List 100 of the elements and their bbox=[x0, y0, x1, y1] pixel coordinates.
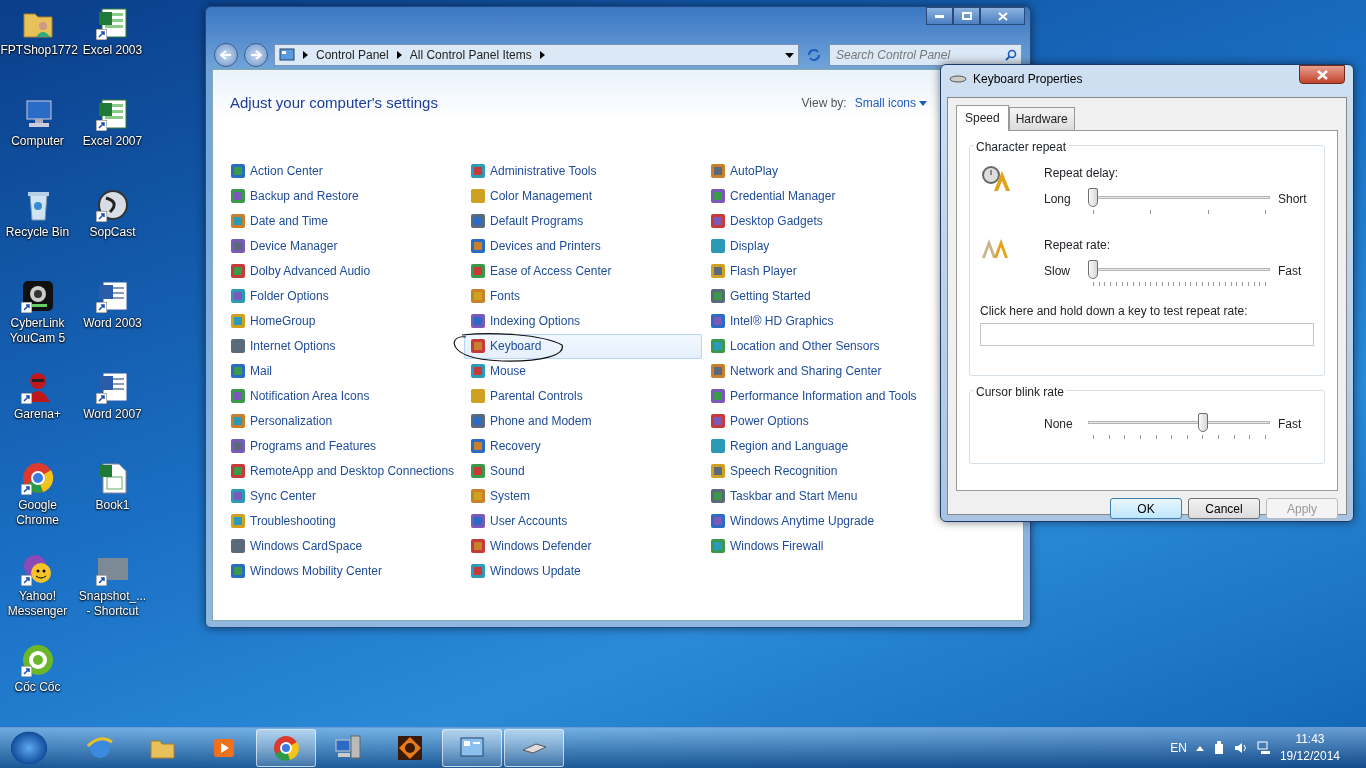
slider-track[interactable] bbox=[1088, 188, 1270, 216]
settings-item[interactable]: Backup and Restore bbox=[224, 183, 462, 209]
tab[interactable]: Speed bbox=[956, 105, 1009, 131]
breadcrumb-link[interactable]: Control Panel bbox=[316, 46, 389, 64]
taskbar-button[interactable] bbox=[442, 729, 502, 767]
minimize-button[interactable] bbox=[926, 7, 953, 25]
settings-item[interactable]: Performance Information and Tools bbox=[704, 383, 942, 409]
desktop-icon-label[interactable]: Word 2003 bbox=[75, 316, 150, 331]
chrome-icon[interactable] bbox=[20, 461, 55, 495]
slider-track[interactable] bbox=[1088, 413, 1270, 441]
settings-item[interactable]: Date and Time bbox=[224, 208, 462, 234]
slider-thumb[interactable] bbox=[1088, 260, 1098, 279]
settings-item[interactable]: System bbox=[464, 483, 702, 509]
dialog-button[interactable]: Cancel bbox=[1188, 498, 1260, 519]
settings-item[interactable]: Device Manager bbox=[224, 233, 462, 259]
settings-item[interactable]: Intel® HD Graphics bbox=[704, 308, 942, 334]
settings-item[interactable]: Windows Update bbox=[464, 558, 702, 584]
chevron-up-icon[interactable] bbox=[1195, 745, 1204, 751]
desktop-icon-label[interactable]: Garena+ bbox=[0, 407, 75, 422]
speaker-icon[interactable] bbox=[1233, 742, 1248, 754]
settings-item[interactable]: Getting Started bbox=[704, 283, 942, 309]
settings-item[interactable]: Internet Options bbox=[224, 333, 462, 359]
settings-item[interactable]: Programs and Features bbox=[224, 433, 462, 459]
dropdown-caret-icon[interactable] bbox=[785, 52, 794, 58]
address-bar[interactable]: Control Panel All Control Panel Items bbox=[274, 44, 799, 66]
slider-thumb[interactable] bbox=[1198, 413, 1209, 432]
settings-item[interactable]: Sync Center bbox=[224, 483, 462, 509]
settings-item[interactable]: Administrative Tools bbox=[464, 158, 702, 184]
settings-item[interactable]: Devices and Printers bbox=[464, 233, 702, 259]
settings-item[interactable]: Mail bbox=[224, 358, 462, 384]
settings-item[interactable]: Region and Language bbox=[704, 433, 942, 459]
clock[interactable]: 11:43 19/12/2014 bbox=[1279, 731, 1340, 765]
search-box[interactable]: Search Control Panel bbox=[829, 44, 1022, 66]
settings-item[interactable]: Mouse bbox=[464, 358, 702, 384]
settings-item[interactable]: Personalization bbox=[224, 408, 462, 434]
settings-item[interactable]: Windows Defender bbox=[464, 533, 702, 559]
settings-item[interactable]: Display bbox=[704, 233, 942, 259]
settings-item[interactable]: Folder Options bbox=[224, 283, 462, 309]
settings-item[interactable]: User Accounts bbox=[464, 508, 702, 534]
desktop-icon-label[interactable]: Yahoo! Messenger bbox=[0, 589, 75, 619]
taskbar-button[interactable] bbox=[256, 729, 316, 767]
settings-item[interactable]: Credential Manager bbox=[704, 183, 942, 209]
taskbar-button[interactable] bbox=[504, 729, 564, 767]
settings-item[interactable]: Taskbar and Start Menu bbox=[704, 483, 942, 509]
settings-item[interactable]: Color Management bbox=[464, 183, 702, 209]
search-field[interactable]: Search Control Panel bbox=[834, 45, 1005, 65]
tab[interactable]: Hardware bbox=[1008, 107, 1075, 130]
forward-button[interactable] bbox=[244, 43, 268, 67]
desktop-icon-label[interactable]: Recycle Bin bbox=[0, 225, 75, 240]
settings-item[interactable]: AutoPlay bbox=[704, 158, 942, 184]
desktop-icon-label[interactable]: Cốc Cốc bbox=[0, 680, 75, 695]
desktop-icon-label[interactable]: Google Chrome bbox=[0, 498, 75, 528]
settings-item[interactable]: Power Options bbox=[704, 408, 942, 434]
settings-item[interactable]: Ease of Access Center bbox=[464, 258, 702, 284]
dialog-button[interactable]: OK bbox=[1110, 498, 1182, 519]
settings-item[interactable]: Speech Recognition bbox=[704, 458, 942, 484]
settings-item[interactable]: Sound bbox=[464, 458, 702, 484]
webcam-icon[interactable] bbox=[20, 279, 55, 313]
breadcrumb-link[interactable]: All Control Panel Items bbox=[409, 46, 532, 64]
network-icon[interactable] bbox=[1256, 741, 1271, 755]
desktop-icon-label[interactable]: Book1 bbox=[75, 498, 150, 513]
settings-item[interactable]: HomeGroup bbox=[224, 308, 462, 334]
battery-plug-icon[interactable] bbox=[1212, 741, 1225, 755]
settings-item[interactable]: Recovery bbox=[464, 433, 702, 459]
settings-item[interactable]: Dolby Advanced Audio bbox=[224, 258, 462, 284]
input-field[interactable] bbox=[980, 323, 1314, 346]
settings-item[interactable]: Windows Anytime Upgrade bbox=[704, 508, 942, 534]
settings-item[interactable]: Default Programs bbox=[464, 208, 702, 234]
settings-item[interactable]: Desktop Gadgets bbox=[704, 208, 942, 234]
settings-item[interactable]: Parental Controls bbox=[464, 383, 702, 409]
desktop-icon-label[interactable]: Excel 2007 bbox=[75, 134, 150, 149]
close-button[interactable] bbox=[1299, 65, 1345, 84]
desktop-icon-label[interactable]: CyberLink YouCam 5 bbox=[0, 316, 75, 346]
settings-item[interactable]: Notification Area Icons bbox=[224, 383, 462, 409]
settings-item[interactable]: Windows Mobility Center bbox=[224, 558, 462, 584]
chevron-right-icon bbox=[303, 51, 308, 59]
settings-item[interactable]: RemoteApp and Desktop Connections bbox=[224, 458, 462, 484]
desktop-icon-label[interactable]: Word 2007 bbox=[75, 407, 150, 422]
language-indicator[interactable]: EN bbox=[1170, 739, 1187, 757]
view-by-dropdown[interactable]: Small icons bbox=[854, 94, 927, 113]
settings-item[interactable]: Location and Other Sensors bbox=[704, 333, 942, 359]
settings-item[interactable]: Fonts bbox=[464, 283, 702, 309]
settings-item[interactable]: Keyboard bbox=[464, 333, 702, 359]
desktop-icon-label[interactable]: Snapshot_... - Shortcut bbox=[75, 589, 150, 619]
settings-item[interactable]: Flash Player bbox=[704, 258, 942, 284]
desktop-icon-label[interactable]: SopCast bbox=[75, 225, 150, 240]
settings-item[interactable]: Troubleshooting bbox=[224, 508, 462, 534]
settings-item[interactable]: Phone and Modem bbox=[464, 408, 702, 434]
slider-thumb[interactable] bbox=[1088, 188, 1098, 207]
settings-item[interactable]: Network and Sharing Center bbox=[704, 358, 942, 384]
slider-track[interactable] bbox=[1088, 260, 1270, 288]
settings-item[interactable]: Indexing Options bbox=[464, 308, 702, 334]
back-button[interactable] bbox=[214, 43, 238, 67]
settings-item[interactable]: Windows Firewall bbox=[704, 533, 942, 559]
settings-item[interactable]: Action Center bbox=[224, 158, 462, 184]
close-button[interactable] bbox=[980, 7, 1025, 25]
desktop-icon-label[interactable]: Computer bbox=[0, 134, 75, 149]
maximize-button[interactable] bbox=[953, 7, 980, 25]
settings-item[interactable]: Windows CardSpace bbox=[224, 533, 462, 559]
leaf-logo-icon[interactable] bbox=[20, 643, 55, 677]
